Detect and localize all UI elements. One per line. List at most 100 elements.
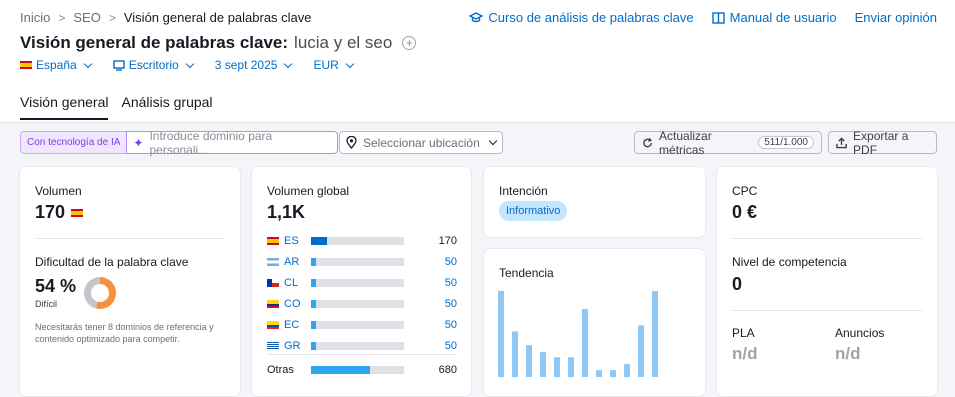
country-row: GR 50 xyxy=(267,339,457,353)
country-row: AR 50 xyxy=(267,255,457,269)
global-volume-value: 1,1K xyxy=(267,202,306,222)
volume-value: 170 xyxy=(35,202,66,222)
others-bar-track xyxy=(311,366,404,374)
difficulty-row: 54 % Difícil xyxy=(35,276,117,309)
country-row: ES 170 xyxy=(267,234,457,248)
breadcrumb-home-link[interactable]: Inicio xyxy=(20,10,50,25)
keyword-text: lucia y el seo xyxy=(294,33,393,52)
country-row: CO 50 xyxy=(267,297,457,311)
manual-link[interactable]: Manual de usuario xyxy=(711,10,837,25)
trend-bar xyxy=(610,370,616,377)
export-pdf-button[interactable]: Exportar a PDF xyxy=(828,129,937,157)
ai-domain-group: Con tecnología de IA ✦ Introduce dominio… xyxy=(20,128,339,157)
cpc-value: 0 € xyxy=(732,202,758,222)
location-select-placeholder: Seleccionar ubicación xyxy=(363,135,480,150)
course-link-label: Curso de análisis de palabras clave xyxy=(488,10,694,25)
tabs: Visión general Análisis grupal xyxy=(20,94,213,120)
country-row: CL 50 xyxy=(267,276,457,290)
chevron-down-icon xyxy=(284,59,293,68)
volume-difficulty-card: Volumen 170 Dificultad de la palabra cla… xyxy=(20,167,240,396)
country-value[interactable]: 50 xyxy=(445,256,457,268)
country-bar xyxy=(311,300,316,308)
date-filter[interactable]: 3 sept 2025 xyxy=(214,58,293,72)
others-label: Otras xyxy=(267,364,294,376)
others-row: Otras 680 xyxy=(267,363,457,377)
country-bar-track xyxy=(311,342,404,350)
domain-input-placeholder: Introduce dominio para personali... xyxy=(149,128,273,157)
intent-label: Intención xyxy=(499,184,548,198)
gr-flag-icon xyxy=(267,342,279,350)
others-bar xyxy=(311,366,370,374)
chevron-right-icon: > xyxy=(108,10,116,25)
page-title: Visión general de palabras clave: xyxy=(20,33,289,52)
divider xyxy=(732,238,922,239)
ads-value: n/d xyxy=(835,344,861,363)
graduation-cap-icon xyxy=(469,11,484,22)
top-links: Curso de análisis de palabras clave Manu… xyxy=(469,10,937,25)
domain-input[interactable]: ✦ Introduce dominio para personali... xyxy=(126,128,339,157)
competition-label: Nivel de competencia xyxy=(732,255,847,269)
country-code: EC xyxy=(284,319,300,331)
country-value[interactable]: 50 xyxy=(445,298,457,310)
tab-cluster-analysis[interactable]: Análisis grupal xyxy=(121,94,212,120)
trend-bar xyxy=(652,291,658,377)
desktop-icon xyxy=(113,59,125,71)
competition-value: 0 xyxy=(732,274,743,294)
export-icon xyxy=(836,136,847,148)
difficulty-donut xyxy=(84,276,117,309)
refresh-count-badge: 511/1.000 xyxy=(758,136,814,149)
trend-bar xyxy=(512,331,518,377)
intent-card: Intención Informativo xyxy=(484,167,705,237)
location-select[interactable]: Seleccionar ubicación xyxy=(339,131,503,154)
cpc-card: CPC 0 € Nivel de competencia 0 PLA n/d A… xyxy=(717,167,937,396)
country-value[interactable]: 50 xyxy=(445,277,457,289)
trend-bar xyxy=(498,291,504,377)
others-value: 680 xyxy=(438,364,457,376)
refresh-icon xyxy=(643,137,652,147)
course-link[interactable]: Curso de análisis de palabras clave xyxy=(469,10,694,25)
book-icon xyxy=(711,11,725,24)
trend-bar xyxy=(638,325,644,377)
trend-bar xyxy=(582,309,588,377)
filters-bar: España Escritorio 3 sept 2025 EUR xyxy=(20,58,355,72)
trend-bar xyxy=(526,345,532,377)
country-filter[interactable]: España xyxy=(20,58,92,72)
chevron-down-icon xyxy=(345,59,355,68)
country-bar-track xyxy=(311,258,404,266)
ads-label: Anuncios xyxy=(835,326,885,340)
spain-flag-icon xyxy=(20,61,32,69)
feedback-link[interactable]: Enviar opinión xyxy=(855,10,937,25)
chevron-down-icon xyxy=(83,59,92,68)
page-header: Inicio > SEO > Visión general de palabra… xyxy=(0,0,955,124)
trend-bar xyxy=(568,357,574,377)
currency-filter[interactable]: EUR xyxy=(313,58,355,72)
country-code: AR xyxy=(284,256,300,268)
country-value[interactable]: 50 xyxy=(445,340,457,352)
device-filter[interactable]: Escritorio xyxy=(113,58,194,72)
title-row: Visión general de palabras clave: lucia … xyxy=(20,33,417,53)
trend-bar xyxy=(554,357,560,377)
divider xyxy=(732,310,922,311)
refresh-metrics-button[interactable]: Actualizar métricas 511/1.000 xyxy=(634,129,822,157)
country-filter-label: España xyxy=(36,58,77,72)
difficulty-label: Dificultad de la palabra clave xyxy=(35,255,189,269)
volume-label: Volumen xyxy=(35,184,82,198)
divider xyxy=(35,238,225,239)
country-code: CO xyxy=(284,298,301,310)
location-pin-icon xyxy=(346,136,357,149)
ar-flag-icon xyxy=(267,258,279,266)
breadcrumb-seo-link[interactable]: SEO xyxy=(73,10,100,25)
intent-badge: Informativo xyxy=(499,201,568,221)
co-flag-icon xyxy=(267,300,279,308)
trend-bar xyxy=(624,364,630,377)
add-keyword-icon[interactable]: + xyxy=(402,36,417,50)
country-value[interactable]: 50 xyxy=(445,319,457,331)
country-bar xyxy=(311,321,316,329)
cpc-label: CPC xyxy=(732,184,758,198)
tab-overview[interactable]: Visión general xyxy=(20,94,109,120)
trend-label: Tendencia xyxy=(499,266,554,280)
country-code: ES xyxy=(284,235,299,247)
date-filter-label: 3 sept 2025 xyxy=(214,58,278,72)
currency-filter-label: EUR xyxy=(313,58,339,72)
spain-flag-icon xyxy=(71,208,84,217)
